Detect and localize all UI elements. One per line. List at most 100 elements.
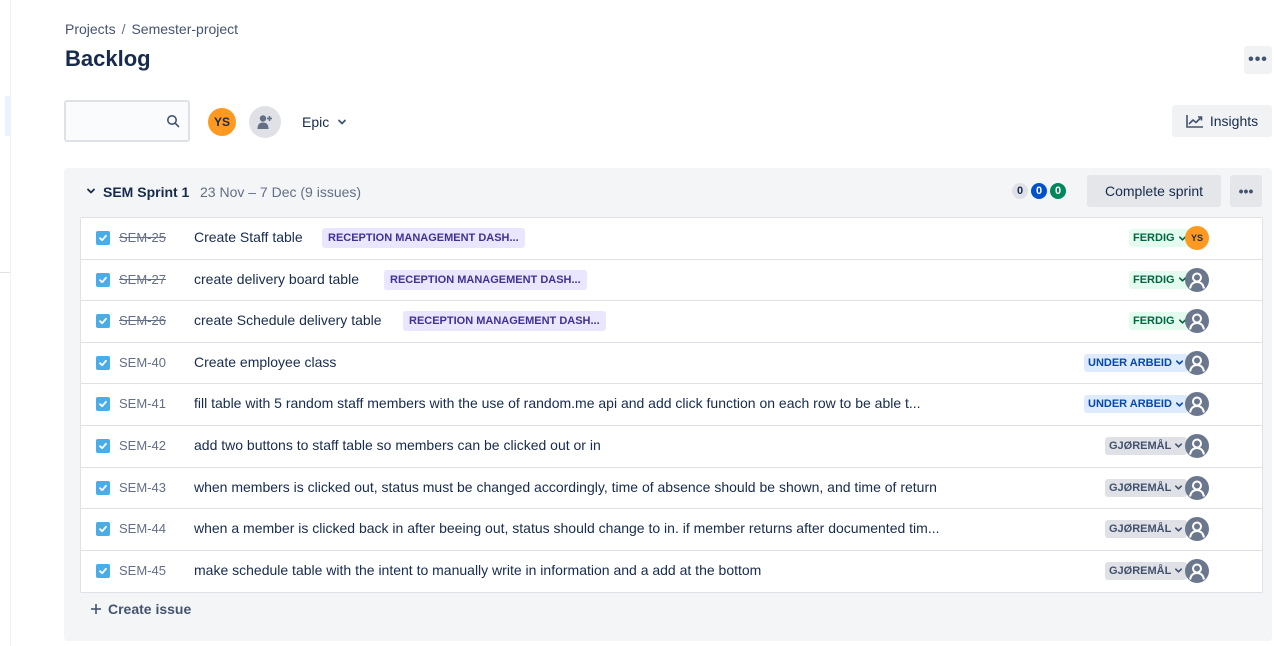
unassigned-avatar-icon[interactable]: [1185, 475, 1209, 500]
more-icon: •••: [1248, 51, 1268, 68]
breadcrumb-project[interactable]: Semester-project: [131, 21, 238, 37]
sprint-status-counts: 0 0 0: [1012, 183, 1066, 199]
chevron-down-icon: [1175, 485, 1183, 490]
status-dropdown[interactable]: GJØREMÅL: [1105, 478, 1188, 497]
issue-row[interactable]: SEM-26 create Schedule delivery table RECE…: [81, 301, 1262, 343]
complete-sprint-button[interactable]: Complete sprint: [1087, 175, 1221, 207]
status-label: UNDER ARBEID: [1088, 398, 1172, 411]
status-label: FERDIG: [1133, 315, 1175, 328]
status-dropdown[interactable]: FERDIG: [1129, 270, 1191, 289]
issue-summary[interactable]: add two buttons to staff table so member…: [194, 437, 601, 453]
issue-summary[interactable]: make schedule table with the intent to m…: [194, 562, 761, 578]
sprint-more-actions-button[interactable]: •••: [1230, 175, 1262, 207]
task-checkbox-icon: [96, 314, 110, 329]
issue-row[interactable]: SEM-27 create delivery board table RECEPTI…: [81, 259, 1262, 302]
issue-key[interactable]: SEM-41: [119, 396, 166, 411]
status-dropdown[interactable]: GJØREMÅL: [1105, 436, 1188, 455]
issue-summary[interactable]: when members is clicked out, status must…: [194, 479, 937, 495]
avatar-filter[interactable]: YS: [206, 106, 238, 138]
page-more-actions-button[interactable]: •••: [1244, 46, 1272, 74]
issue-row[interactable]: SEM-44 when a member is clicked back in a…: [81, 509, 1262, 551]
sidebar-border: [10, 0, 11, 646]
unassigned-avatar-icon[interactable]: [1185, 558, 1209, 583]
issue-key[interactable]: SEM-27: [119, 272, 166, 287]
epic-lozenge[interactable]: RECEPTION MANAGEMENT DASH...: [322, 228, 525, 248]
status-dropdown[interactable]: FERDIG: [1129, 312, 1191, 331]
status-dropdown[interactable]: GJØREMÅL: [1105, 561, 1188, 580]
issue-row[interactable]: SEM-42 add two buttons to staff table so …: [81, 425, 1262, 468]
issue-list: SEM-25 Create Staff table RECEPTION MANAGE…: [80, 217, 1263, 594]
search-field[interactable]: [64, 100, 190, 142]
sprint-dates: 23 Nov – 7 Dec: [200, 184, 297, 200]
insights-button[interactable]: Insights: [1172, 105, 1272, 137]
issue-key[interactable]: SEM-44: [119, 521, 166, 536]
unassigned-avatar-icon[interactable]: [1185, 433, 1209, 458]
add-people-button[interactable]: [249, 106, 281, 138]
count-todo-badge: 0: [1012, 183, 1028, 199]
create-issue-label: Create issue: [108, 601, 192, 617]
unassigned-avatar-icon[interactable]: [1185, 309, 1209, 334]
issue-key[interactable]: SEM-26: [119, 313, 166, 328]
plus-icon: [91, 604, 101, 614]
status-dropdown[interactable]: UNDER ARBEID: [1084, 395, 1188, 414]
unassigned-avatar-icon[interactable]: [1185, 350, 1209, 375]
issue-summary[interactable]: create delivery board table: [194, 271, 359, 287]
task-checkbox-icon: [96, 397, 110, 412]
epic-filter-dropdown[interactable]: Epic: [294, 106, 355, 138]
collapse-chevron-icon[interactable]: [86, 186, 96, 196]
breadcrumb: Projects / Semester-project: [65, 21, 238, 37]
sprint-container: SEM Sprint 1 23 Nov – 7 Dec (9 issues) 0…: [64, 168, 1272, 641]
status-dropdown[interactable]: GJØREMÅL: [1105, 520, 1188, 539]
page-title: Backlog: [65, 46, 151, 71]
rail-divider: [0, 272, 10, 273]
status-dropdown[interactable]: FERDIG: [1129, 229, 1191, 247]
left-rail: [0, 0, 10, 646]
task-checkbox-icon: [96, 563, 110, 578]
chevron-down-icon: [1175, 526, 1183, 532]
epic-filter-label: Epic: [302, 114, 330, 130]
insights-label: Insights: [1209, 113, 1259, 129]
issue-key[interactable]: SEM-42: [119, 438, 166, 453]
issue-row[interactable]: SEM-41 fill table with 5 random staff mem…: [81, 384, 1262, 426]
issue-key[interactable]: SEM-25: [119, 230, 166, 245]
task-checkbox-icon: [96, 522, 110, 537]
issue-key[interactable]: SEM-43: [119, 480, 166, 495]
issue-summary[interactable]: Create Staff table: [194, 229, 303, 245]
insights-chart-icon: [1186, 115, 1203, 128]
issue-row[interactable]: SEM-40 Create employee class UNDER ARBEID: [81, 342, 1262, 385]
assignee-avatar[interactable]: YS: [1185, 226, 1209, 250]
issue-key[interactable]: SEM-45: [119, 563, 166, 578]
chevron-down-icon: [1175, 443, 1183, 449]
issue-row[interactable]: SEM-43 when members is clicked out, statu…: [81, 467, 1262, 510]
issue-summary[interactable]: when a member is clicked back in after b…: [194, 520, 940, 536]
task-checkbox-icon: [96, 438, 110, 453]
task-checkbox-icon: [96, 480, 110, 495]
chevron-down-icon: [338, 119, 347, 125]
sprint-name[interactable]: SEM Sprint 1: [103, 184, 189, 200]
epic-lozenge[interactable]: RECEPTION MANAGEMENT DASH...: [384, 269, 587, 290]
more-icon: •••: [1238, 183, 1254, 199]
unassigned-avatar-icon[interactable]: [1185, 517, 1209, 542]
status-label: GJØREMÅL: [1109, 564, 1172, 577]
unassigned-avatar-icon[interactable]: [1185, 392, 1209, 417]
create-issue-button[interactable]: Create issue: [90, 601, 191, 617]
issue-summary[interactable]: fill table with 5 random staff members w…: [194, 395, 921, 411]
issue-summary[interactable]: Create employee class: [194, 354, 336, 370]
issue-summary[interactable]: create Schedule delivery table: [194, 312, 382, 328]
breadcrumb-projects[interactable]: Projects: [65, 21, 116, 37]
sprint-header: SEM Sprint 1 23 Nov – 7 Dec (9 issues) 0…: [64, 168, 1272, 216]
add-people-icon: [257, 115, 272, 129]
chevron-down-icon: [1175, 360, 1183, 365]
search-input[interactable]: [74, 112, 162, 130]
search-icon: [167, 115, 180, 128]
issue-row[interactable]: SEM-25 Create Staff table RECEPTION MANAGE…: [81, 218, 1262, 260]
task-checkbox-icon: [96, 272, 110, 287]
count-in-progress-badge: 0: [1031, 183, 1047, 199]
sprint-issue-count: (9 issues): [300, 184, 362, 200]
status-dropdown[interactable]: UNDER ARBEID: [1084, 353, 1188, 372]
epic-lozenge[interactable]: RECEPTION MANAGEMENT DASH...: [403, 311, 606, 332]
issue-row[interactable]: SEM-45 make schedule table with the inten…: [81, 550, 1262, 593]
unassigned-avatar-icon[interactable]: [1185, 267, 1209, 292]
issue-key[interactable]: SEM-40: [119, 355, 166, 370]
status-label: FERDIG: [1133, 273, 1175, 286]
